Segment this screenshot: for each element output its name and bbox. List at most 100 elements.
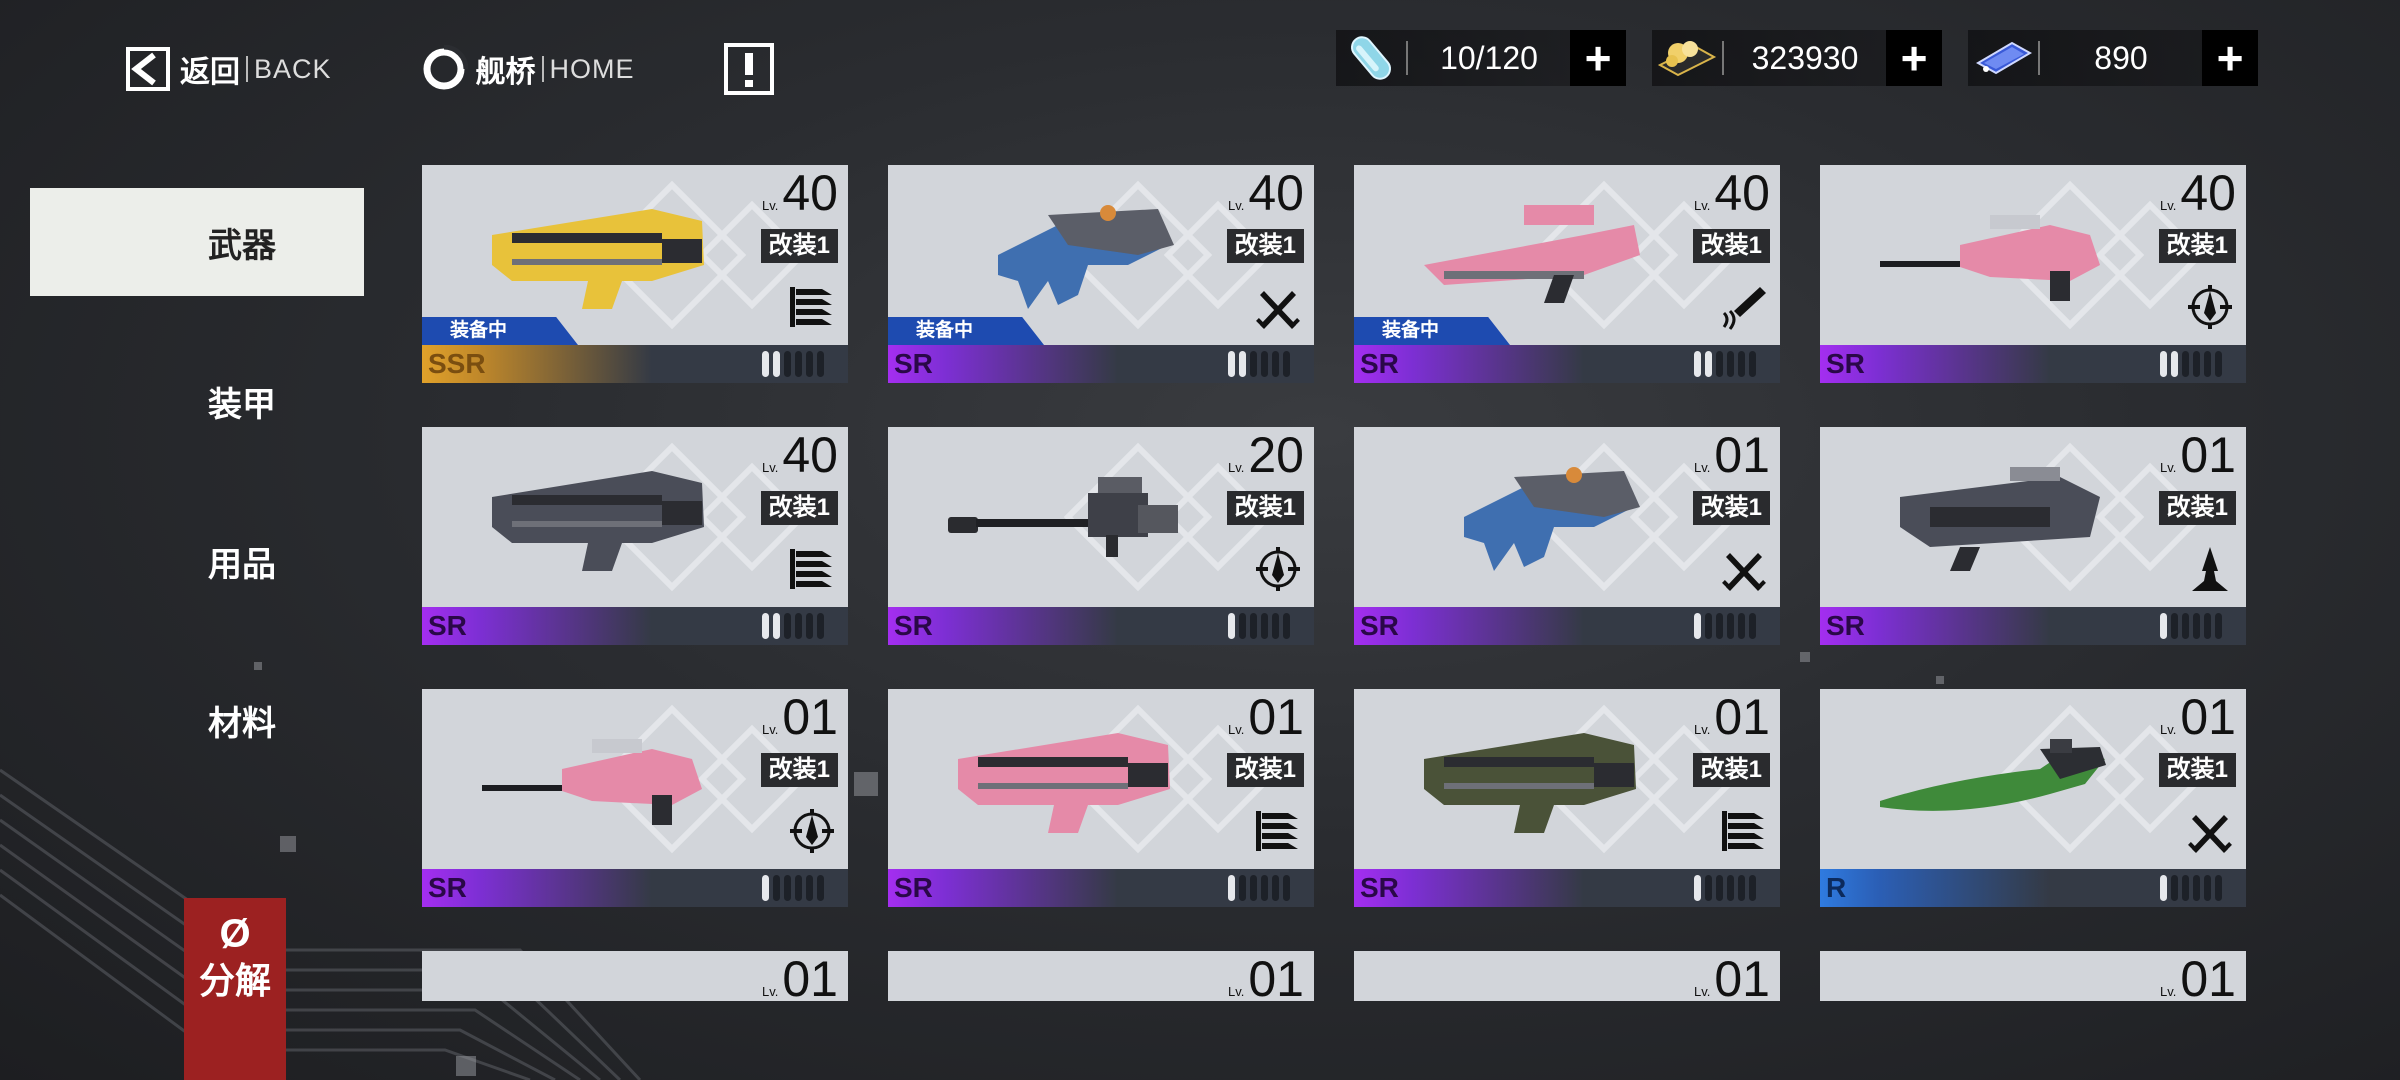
weapon-card[interactable]: Lv. 20 改装1 SR (888, 427, 1314, 645)
star-pip (1727, 875, 1734, 901)
weapon-card[interactable]: Lv. 40 改装1 装备中 SR (888, 165, 1314, 383)
level-value: 01 (1248, 689, 1304, 745)
star-pip (2171, 613, 2178, 639)
level-indicator: Lv. 40 (1228, 165, 1304, 221)
tab-items[interactable]: 用品 (30, 507, 364, 615)
home-label-zh: 舰桥 (475, 56, 536, 89)
star-pip (1694, 351, 1701, 377)
weapon-card[interactable]: Lv. 01 改装1 R (1820, 689, 2246, 907)
tab-label: 用品 (208, 545, 276, 584)
star-pip (2204, 875, 2211, 901)
weapon-card[interactable]: Lv. 01 (888, 951, 1314, 1001)
weapon-card[interactable]: Lv. 01 改装1 SR (888, 689, 1314, 907)
level-prefix: Lv. (2159, 984, 2177, 999)
decompose-button[interactable]: Ø 分解 (184, 898, 286, 1080)
level-prefix: Lv. (1693, 984, 1711, 999)
star-pip (795, 351, 802, 377)
level-value: 40 (1248, 165, 1304, 221)
equipped-tag: 装备中 (888, 317, 1044, 345)
star-pip (784, 875, 791, 901)
star-pip (2160, 351, 2167, 377)
level-indicator: Lv. 01 (2160, 427, 2236, 483)
tab-armor[interactable]: 装甲 (30, 347, 364, 455)
star-pip (1261, 875, 1268, 901)
star-pip (2193, 875, 2200, 901)
star-pips (1690, 351, 1756, 377)
modification-badge: 改装1 (2158, 229, 2236, 263)
add-stamina-button[interactable]: + (1570, 30, 1626, 86)
level-value: 01 (782, 951, 838, 1001)
level-prefix: Lv. (761, 984, 779, 999)
level-prefix: Lv. (761, 198, 779, 213)
background-speck (456, 1056, 476, 1076)
star-pip (1705, 875, 1712, 901)
home-button[interactable]: 舰桥 HOME (420, 45, 635, 93)
equipped-tag: 装备中 (422, 317, 578, 345)
star-pip (2204, 613, 2211, 639)
star-pip (2160, 875, 2167, 901)
level-prefix: Lv. (1693, 198, 1711, 213)
star-pip (1250, 875, 1257, 901)
star-pip (2182, 875, 2189, 901)
weapon-card[interactable]: Lv. 01 (1820, 951, 2246, 1001)
star-pip (1694, 613, 1701, 639)
star-pip (2171, 875, 2178, 901)
weapon-card[interactable]: Lv. 40 改装1 装备中 SSR (422, 165, 848, 383)
exclamation-icon (744, 53, 753, 75)
star-pip (795, 875, 802, 901)
star-pip (2215, 875, 2222, 901)
modification-badge: 改装1 (1226, 491, 1304, 525)
modification-badge: 改装1 (760, 753, 838, 787)
star-pip (2171, 351, 2178, 377)
divider (246, 56, 248, 82)
star-pip (1716, 613, 1723, 639)
back-button[interactable]: 返回 BACK (124, 45, 332, 93)
weapon-card[interactable]: Lv. 01 改装1 SR (1354, 689, 1780, 907)
notice-button[interactable] (723, 42, 775, 96)
tab-weapons[interactable]: 武器 (30, 188, 364, 296)
pistol-type-icon (790, 287, 832, 327)
weapon-card[interactable]: Lv. 01 改装1 SR (1354, 427, 1780, 645)
weapon-card[interactable]: Lv. 01 改装1 SR (422, 689, 848, 907)
level-value: 01 (1714, 951, 1770, 1001)
sniper-type-icon (2188, 285, 2232, 329)
star-pip (2182, 613, 2189, 639)
star-pip (1272, 875, 1279, 901)
level-value: 40 (782, 427, 838, 483)
rarity-label: SR (1354, 869, 1584, 907)
star-pip (817, 351, 824, 377)
weapon-card[interactable]: Lv. 40 改装1 装备中 SR (1354, 165, 1780, 383)
add-coins-button[interactable]: + (1886, 30, 1942, 86)
star-pip (1228, 875, 1235, 901)
level-indicator: Lv. 40 (1694, 165, 1770, 221)
tab-materials[interactable]: 材料 (30, 666, 364, 774)
star-pip (1749, 351, 1756, 377)
weapon-card[interactable]: Lv. 40 改装1 SR (1820, 165, 2246, 383)
background-speck (280, 836, 296, 852)
level-prefix: Lv. (1227, 722, 1245, 737)
level-value: 01 (782, 689, 838, 745)
weapon-card[interactable]: Lv. 01 (1354, 951, 1780, 1001)
weapon-card[interactable]: Lv. 01 (422, 951, 848, 1001)
star-pip (806, 875, 813, 901)
star-pip (1727, 351, 1734, 377)
star-pip (1261, 613, 1268, 639)
decompose-label: 分解 (198, 960, 271, 1001)
weapon-image (958, 733, 1170, 833)
stamina-value: 10/120 (1440, 39, 1538, 76)
star-pip (1272, 613, 1279, 639)
star-pip (817, 613, 824, 639)
level-indicator: Lv. 40 (762, 165, 838, 221)
star-pips (1224, 875, 1290, 901)
weapon-card[interactable]: Lv. 40 改装1 SR (422, 427, 848, 645)
star-pip (1716, 351, 1723, 377)
level-value: 01 (2180, 689, 2236, 745)
rarity-label: SR (888, 345, 1118, 383)
star-pip (773, 351, 780, 377)
level-value: 40 (2180, 165, 2236, 221)
add-crystals-button[interactable]: + (2202, 30, 2258, 86)
star-pip (2193, 351, 2200, 377)
star-pip (2215, 613, 2222, 639)
level-indicator: Lv. 01 (1694, 427, 1770, 483)
weapon-card[interactable]: Lv. 01 改装1 SR (1820, 427, 2246, 645)
